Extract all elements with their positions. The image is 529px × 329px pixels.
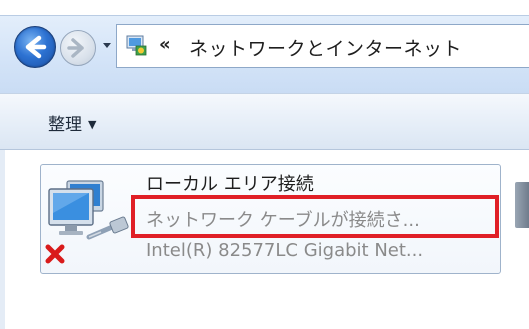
window-top-strip xyxy=(0,0,529,15)
forward-arrow-icon xyxy=(67,38,84,58)
organize-label: 整理 xyxy=(48,115,82,135)
red-x-icon xyxy=(45,244,65,264)
connection-name: ローカル エリア接続 xyxy=(146,174,314,195)
address-bar[interactable]: « ネットワークとインターネット xyxy=(116,24,529,68)
back-arrow-icon xyxy=(25,35,47,59)
recent-pages-dropdown-icon[interactable] xyxy=(101,38,113,52)
back-button[interactable] xyxy=(14,26,56,68)
address-path[interactable]: ネットワークとインターネット xyxy=(189,34,462,61)
status-highlight-box xyxy=(131,195,499,238)
organize-menu-button[interactable]: 整理 ▼ xyxy=(48,110,96,135)
command-bar: 整理 ▼ xyxy=(0,93,529,150)
network-folder-icon xyxy=(126,35,147,56)
pane-left-edge xyxy=(0,150,5,329)
forward-button[interactable] xyxy=(60,30,96,66)
organize-dropdown-icon: ▼ xyxy=(88,118,97,131)
address-overflow-chevron[interactable]: « xyxy=(159,34,171,55)
connection-device: Intel(R) 82577LC Gigabit Net... xyxy=(146,240,424,261)
next-connection-icon-edge xyxy=(515,182,529,228)
